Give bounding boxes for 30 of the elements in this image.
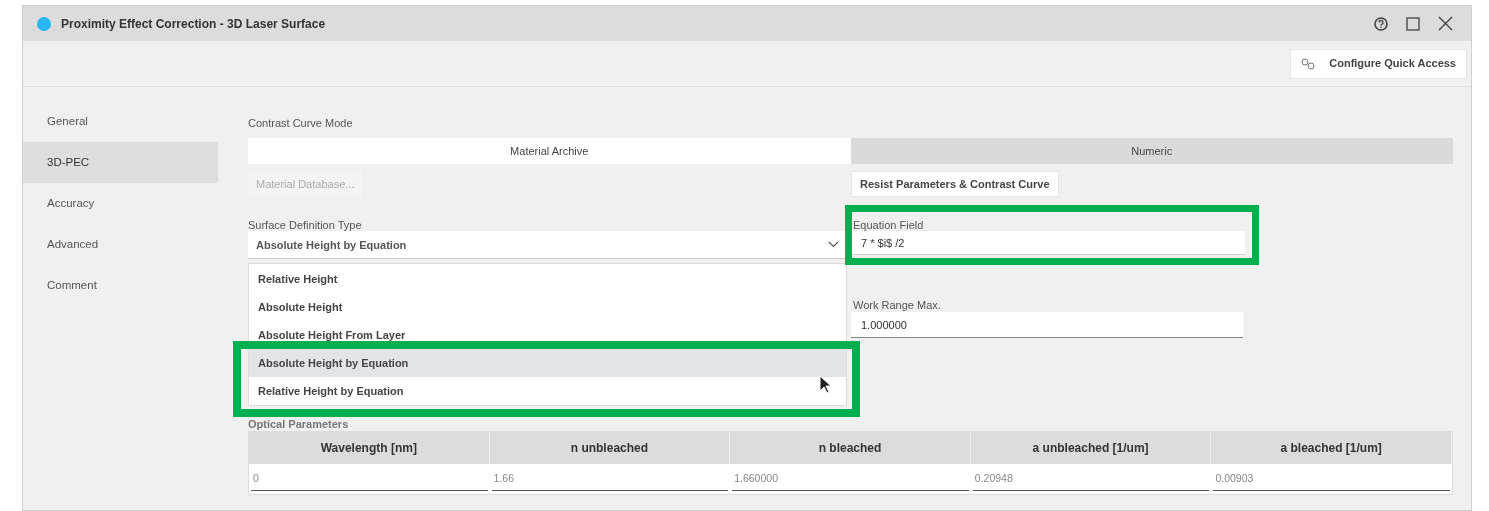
resist-parameters-button[interactable]: Resist Parameters & Contrast Curve <box>851 171 1059 198</box>
sidebar-item[interactable]: Advanced <box>23 224 218 265</box>
table-cell-field[interactable]: 0.00903 <box>1213 467 1450 492</box>
sidebar-item[interactable]: 3D-PEC <box>23 142 218 183</box>
field-label: Contrast Curve Mode <box>248 116 354 131</box>
table-cell-field[interactable]: 0.20948 <box>972 467 1210 492</box>
section-label: Optical Parameters <box>248 417 350 430</box>
maximize-icon[interactable] <box>1406 16 1420 31</box>
help-icon[interactable] <box>1374 16 1388 31</box>
field-label: Equation Field <box>852 218 925 232</box>
table-cell-field[interactable]: 1.66 <box>491 467 729 492</box>
sidebar-item[interactable]: Comment <box>23 265 218 306</box>
chevron-down-icon <box>828 241 839 249</box>
close-icon[interactable] <box>1438 16 1453 31</box>
field-label: Surface Definition Type <box>248 218 363 232</box>
table-cell-field[interactable]: 0 <box>251 467 488 492</box>
mouse-pointer-icon <box>819 375 832 394</box>
work-range-max-field[interactable]: 1.000000 <box>851 312 1243 339</box>
field-label: Work Range Max. <box>852 298 942 313</box>
window-title: Proximity Effect Correction - 3D Laser Surface <box>61 15 326 33</box>
table-cell-field[interactable]: 1.660000 <box>732 467 969 492</box>
sidebar-item[interactable]: Accuracy <box>23 183 218 224</box>
dropdown-option[interactable]: Absolute Height by Equation <box>249 349 846 377</box>
configure-quick-access-button[interactable]: Configure Quick Access <box>1290 48 1467 79</box>
mode-tab[interactable]: Numeric <box>850 138 1453 164</box>
gears-icon <box>1301 57 1316 70</box>
equation-field[interactable]: 7 * $i$ /2 <box>851 231 1245 256</box>
sidebar-item[interactable]: General <box>23 101 218 142</box>
surface-type-dropdown[interactable]: Absolute Height by Equation <box>248 231 847 260</box>
mode-tab[interactable]: Material Archive <box>248 138 851 164</box>
